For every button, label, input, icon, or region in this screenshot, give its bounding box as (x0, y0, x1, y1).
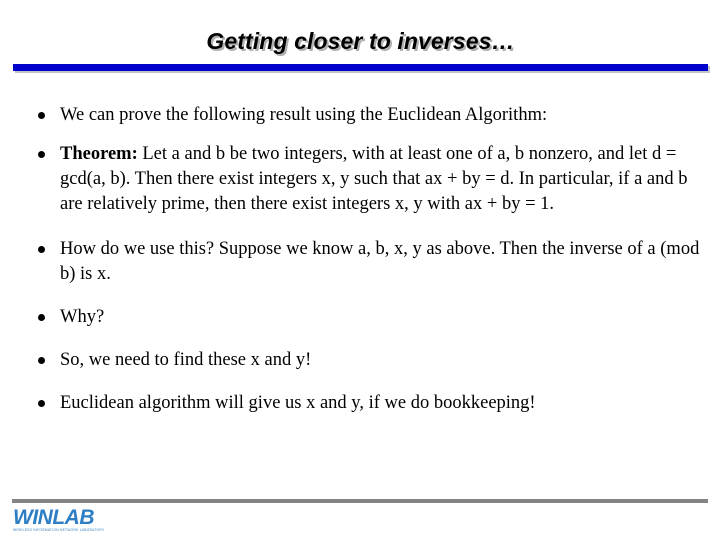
footer-divider-rule (12, 499, 708, 503)
bullet-icon (38, 357, 45, 364)
list-item-body: We can prove the following result using … (60, 105, 548, 125)
list-item-text: We can prove the following result using … (60, 103, 700, 128)
list-item-text: Theorem: Let a and b be two integers, wi… (60, 142, 700, 217)
bullet-icon (38, 112, 45, 119)
winlab-tagline: WIRELESS INFORMATION NETWORK LABORATORY (13, 528, 105, 532)
bullet-icon (38, 314, 45, 321)
list-item: How do we use this? Suppose we know a, b… (28, 237, 700, 287)
list-item-text: So, we need to find these x and y! (60, 348, 700, 373)
list-item-text: Euclidean algorithm will give us x and y… (60, 391, 700, 416)
page-title: Getting closer to inverses… (206, 28, 515, 54)
list-item-lead: Theorem: (60, 144, 138, 164)
list-item: Theorem: Let a and b be two integers, wi… (28, 142, 700, 217)
list-item-body: Euclidean algorithm will give us x and y… (60, 393, 536, 413)
list-item-body: So, we need to find these x and y! (60, 350, 312, 370)
list-item: So, we need to find these x and y! (28, 348, 700, 373)
title-divider-rule (13, 64, 708, 71)
list-item-text: Why? (60, 305, 700, 330)
list-item-body: How do we use this? Suppose we know a, b… (60, 239, 700, 284)
list-item-body: Let a and b be two integers, with at lea… (60, 144, 688, 214)
list-item-body: Why? (60, 307, 105, 327)
bullet-list: We can prove the following result using … (28, 103, 700, 416)
list-item: Why? (28, 305, 700, 330)
list-item-text: How do we use this? Suppose we know a, b… (60, 237, 700, 287)
winlab-logo: WINLAB WIRELESS INFORMATION NETWORK LABO… (13, 506, 131, 534)
list-item: We can prove the following result using … (28, 103, 700, 128)
bullet-icon (38, 246, 45, 253)
bullet-icon (38, 400, 45, 407)
winlab-wordmark: WINLAB (13, 506, 94, 529)
bullet-icon (38, 151, 45, 158)
list-item: Euclidean algorithm will give us x and y… (28, 391, 700, 416)
